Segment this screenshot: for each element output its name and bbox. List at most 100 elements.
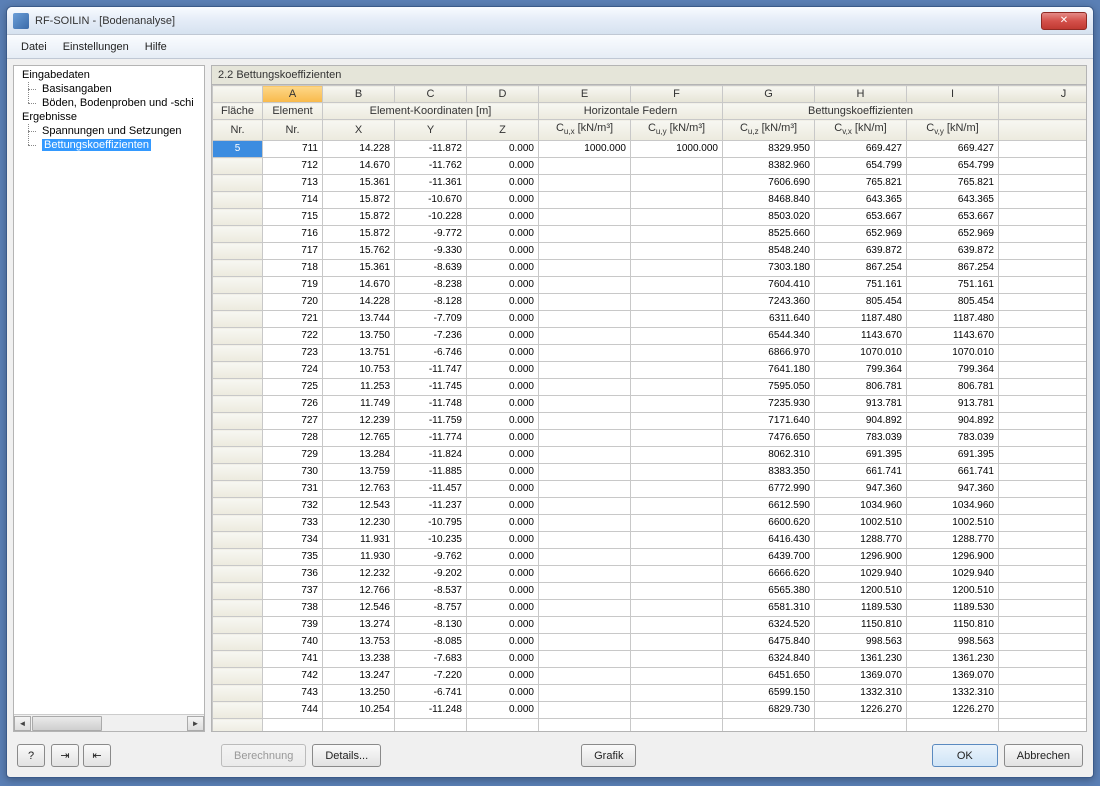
cell-cuz[interactable]: 6581.310 bbox=[723, 600, 815, 617]
cell-cux[interactable] bbox=[539, 277, 631, 294]
cell-e[interactable]: 744 bbox=[263, 702, 323, 719]
cell-cvy[interactable]: 998.563 bbox=[907, 634, 999, 651]
cell-blank[interactable] bbox=[999, 685, 1087, 702]
cell-z[interactable]: 0.000 bbox=[467, 260, 539, 277]
cell-x[interactable]: 12.763 bbox=[323, 481, 395, 498]
cell-cux[interactable] bbox=[539, 396, 631, 413]
row-header[interactable] bbox=[213, 634, 263, 651]
cell-cux[interactable] bbox=[539, 311, 631, 328]
cell-cvx[interactable]: 783.039 bbox=[815, 430, 907, 447]
cell-cvx[interactable]: 639.872 bbox=[815, 243, 907, 260]
cell-e[interactable]: 735 bbox=[263, 549, 323, 566]
cell-z[interactable]: 0.000 bbox=[467, 566, 539, 583]
cell-cvx[interactable]: 691.395 bbox=[815, 447, 907, 464]
cell-e[interactable]: 720 bbox=[263, 294, 323, 311]
cell-cuz[interactable]: 6439.700 bbox=[723, 549, 815, 566]
cell-cuy[interactable] bbox=[631, 634, 723, 651]
cell-y[interactable]: -11.745 bbox=[395, 379, 467, 396]
cell-e[interactable]: 738 bbox=[263, 600, 323, 617]
cell-x[interactable]: 13.759 bbox=[323, 464, 395, 481]
table-row[interactable]: 71515.872-10.2280.0008503.020653.667653.… bbox=[213, 209, 1087, 226]
cell-cvx[interactable]: 1034.960 bbox=[815, 498, 907, 515]
tree-item-bettungskoeffizienten[interactable]: Bettungskoeffizienten bbox=[14, 138, 204, 152]
cell-blank[interactable] bbox=[999, 447, 1087, 464]
cell-z[interactable]: 0.000 bbox=[467, 175, 539, 192]
table-row[interactable]: 74410.254-11.2480.0006829.7301226.270122… bbox=[213, 702, 1087, 719]
cell-cuy[interactable] bbox=[631, 158, 723, 175]
cell-e[interactable]: 742 bbox=[263, 668, 323, 685]
cell-cuy[interactable] bbox=[631, 277, 723, 294]
cell-cvy[interactable]: 1070.010 bbox=[907, 345, 999, 362]
cell-x[interactable]: 13.750 bbox=[323, 328, 395, 345]
cell-z[interactable]: 0.000 bbox=[467, 549, 539, 566]
cell-y[interactable]: -10.670 bbox=[395, 192, 467, 209]
cell-cuy[interactable] bbox=[631, 515, 723, 532]
menu-einstellungen[interactable]: Einstellungen bbox=[55, 38, 137, 56]
cell-e[interactable]: 731 bbox=[263, 481, 323, 498]
cell-y[interactable]: -7.683 bbox=[395, 651, 467, 668]
scroll-left-icon[interactable]: ◄ bbox=[14, 716, 31, 731]
cell-x[interactable]: 11.930 bbox=[323, 549, 395, 566]
row-header[interactable] bbox=[213, 243, 263, 260]
cell-cux[interactable] bbox=[539, 515, 631, 532]
abbrechen-button[interactable]: Abbrechen bbox=[1004, 744, 1083, 767]
cell-cvx[interactable]: 643.365 bbox=[815, 192, 907, 209]
cell-y[interactable]: -9.330 bbox=[395, 243, 467, 260]
cell-cvy[interactable]: 1029.940 bbox=[907, 566, 999, 583]
table-row[interactable]: 571114.228-11.8720.0001000.0001000.00083… bbox=[213, 141, 1087, 158]
cell-blank[interactable] bbox=[999, 345, 1087, 362]
cell-cvy[interactable]: 904.892 bbox=[907, 413, 999, 430]
cell-cvx[interactable]: 1361.230 bbox=[815, 651, 907, 668]
row-header[interactable] bbox=[213, 515, 263, 532]
cell-y[interactable]: -9.772 bbox=[395, 226, 467, 243]
cell-blank[interactable] bbox=[999, 362, 1087, 379]
cell-cux[interactable] bbox=[539, 532, 631, 549]
cell-blank[interactable] bbox=[999, 158, 1087, 175]
cell-blank[interactable] bbox=[999, 634, 1087, 651]
cell-y[interactable]: -8.639 bbox=[395, 260, 467, 277]
table-row[interactable]: 73612.232-9.2020.0006666.6201029.9401029… bbox=[213, 566, 1087, 583]
row-header[interactable] bbox=[213, 600, 263, 617]
cell-z[interactable]: 0.000 bbox=[467, 430, 539, 447]
cell-cux[interactable] bbox=[539, 192, 631, 209]
cell-e[interactable]: 711 bbox=[263, 141, 323, 158]
cell-cvy[interactable]: 639.872 bbox=[907, 243, 999, 260]
cell-cuy[interactable]: 1000.000 bbox=[631, 141, 723, 158]
cell-cvy[interactable]: 669.427 bbox=[907, 141, 999, 158]
cell-cvy[interactable]: 1143.670 bbox=[907, 328, 999, 345]
cell-y[interactable]: -10.795 bbox=[395, 515, 467, 532]
row-header[interactable] bbox=[213, 175, 263, 192]
cell-cvy[interactable]: 1034.960 bbox=[907, 498, 999, 515]
col-A[interactable]: A bbox=[263, 86, 323, 103]
table-row[interactable]: 71415.872-10.6700.0008468.840643.365643.… bbox=[213, 192, 1087, 209]
cell-blank[interactable] bbox=[999, 379, 1087, 396]
cell-cuz[interactable]: 8468.840 bbox=[723, 192, 815, 209]
cell-x[interactable]: 13.274 bbox=[323, 617, 395, 634]
cell-cuz[interactable]: 8383.350 bbox=[723, 464, 815, 481]
cell-z[interactable]: 0.000 bbox=[467, 481, 539, 498]
cell-cvx[interactable]: 654.799 bbox=[815, 158, 907, 175]
cell-cux[interactable] bbox=[539, 209, 631, 226]
cell-e[interactable]: 743 bbox=[263, 685, 323, 702]
cell-x[interactable]: 13.284 bbox=[323, 447, 395, 464]
cell-x[interactable]: 12.765 bbox=[323, 430, 395, 447]
cell-y[interactable]: -10.235 bbox=[395, 532, 467, 549]
cell-blank[interactable] bbox=[999, 141, 1087, 158]
cell-y[interactable]: -11.759 bbox=[395, 413, 467, 430]
cell-e[interactable]: 734 bbox=[263, 532, 323, 549]
tree-item-boeden[interactable]: Böden, Bodenproben und -schi bbox=[14, 96, 204, 110]
titlebar[interactable]: RF-SOILIN - [Bodenanalyse] ✕ bbox=[7, 7, 1093, 35]
table-row[interactable]: 71914.670-8.2380.0007604.410751.161751.1… bbox=[213, 277, 1087, 294]
cell-y[interactable]: -11.774 bbox=[395, 430, 467, 447]
cell-z[interactable]: 0.000 bbox=[467, 379, 539, 396]
cell-cuz[interactable]: 7235.930 bbox=[723, 396, 815, 413]
cell-cuy[interactable] bbox=[631, 481, 723, 498]
cell-cuy[interactable] bbox=[631, 617, 723, 634]
cell-cvy[interactable]: 691.395 bbox=[907, 447, 999, 464]
cell-cuy[interactable] bbox=[631, 566, 723, 583]
cell-cvx[interactable]: 751.161 bbox=[815, 277, 907, 294]
cell-blank[interactable] bbox=[999, 702, 1087, 719]
cell-cvx[interactable]: 998.563 bbox=[815, 634, 907, 651]
cell-e[interactable]: 740 bbox=[263, 634, 323, 651]
cell-e[interactable]: 726 bbox=[263, 396, 323, 413]
